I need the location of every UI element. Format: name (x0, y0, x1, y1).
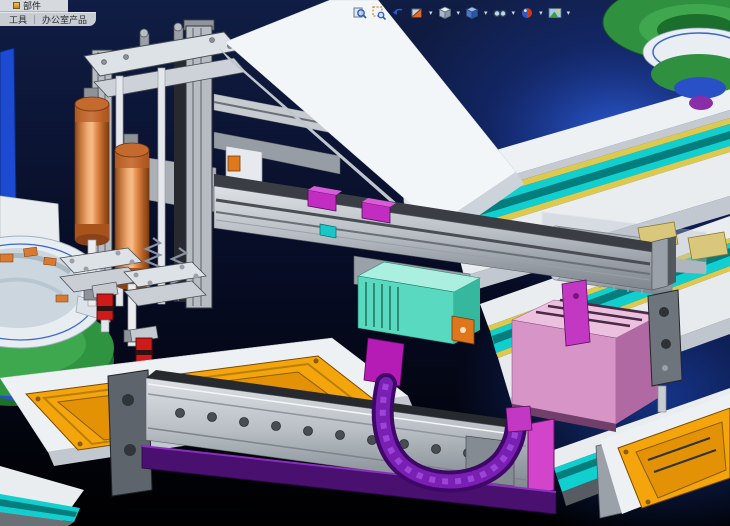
zoom-fit-icon[interactable] (352, 5, 368, 21)
display-style-icon[interactable] (464, 5, 480, 21)
caret-icon[interactable]: ▾ (484, 10, 488, 17)
tab-tools[interactable]: 工具 (9, 13, 27, 26)
end-cap-magenta[interactable] (528, 419, 554, 496)
tab-divider (34, 15, 35, 24)
orange-fitting (228, 156, 240, 171)
heads-up-view-toolbar: ▾ ▾ ▾ ▾ ▾ ▾ (352, 5, 571, 21)
caret-icon[interactable]: ▾ (567, 10, 571, 17)
caret-icon[interactable]: ▾ (539, 10, 543, 17)
tab-office-products[interactable]: 办公室产品 (42, 13, 87, 26)
caret-icon[interactable]: ▾ (429, 10, 433, 17)
previous-view-icon[interactable] (390, 5, 406, 21)
hide-show-items-icon[interactable] (492, 5, 508, 21)
command-manager-tabs: 工具 办公室产品 (0, 12, 96, 26)
application-window: 部件 工具 办公室产品 ▾ ▾ ▾ ▾ (0, 0, 730, 526)
menu-tab-part[interactable]: 部件 (0, 0, 68, 12)
caret-icon[interactable]: ▾ (457, 10, 461, 17)
menu-tab-label: 部件 (23, 0, 41, 12)
edit-appearance-icon[interactable] (519, 5, 535, 21)
view-orientation-icon[interactable] (437, 5, 453, 21)
part-icon (13, 2, 20, 9)
section-view-icon[interactable] (409, 5, 425, 21)
magenta-plate[interactable] (562, 280, 590, 346)
zoom-area-icon[interactable] (371, 5, 387, 21)
apply-scene-icon[interactable] (547, 5, 563, 21)
caret-icon[interactable]: ▾ (512, 10, 516, 17)
viewport-3d[interactable] (0, 0, 730, 526)
